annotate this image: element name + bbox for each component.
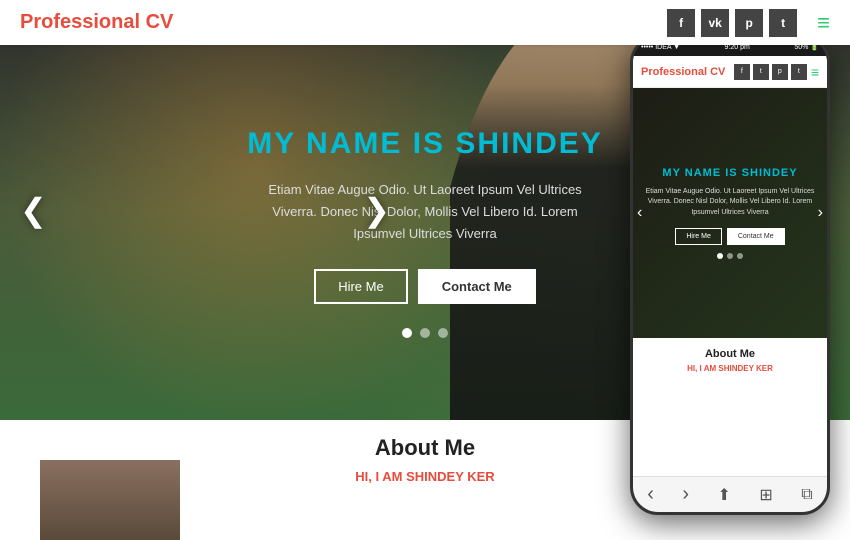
phone-twitter-icon[interactable]: t [753, 64, 769, 80]
avatar-box [40, 460, 180, 540]
hero-title-prefix: MY NAME IS [247, 127, 455, 160]
phone-hero-highlight: SHINDEY [742, 167, 798, 179]
phone-hire-button[interactable]: Hire Me [675, 228, 722, 245]
twitter-icon[interactable]: t [769, 9, 797, 37]
phone-buttons: Hire Me Contact Me [675, 228, 784, 245]
phone-bookmarks-button[interactable]: ⊞ [759, 485, 772, 505]
slide-dot-3[interactable] [438, 328, 448, 338]
social-icons: f vk p t [667, 9, 797, 37]
about-title: About Me [375, 435, 475, 461]
slide-dot-2[interactable] [420, 328, 430, 338]
phone-hero: ‹ › MY NAME IS SHINDEY Etiam Vitae Augue… [633, 88, 827, 338]
phone-about-title: About Me [643, 348, 817, 360]
contact-me-button[interactable]: Contact Me [418, 269, 536, 304]
logo-text: Professional [20, 11, 146, 33]
phone-vk-icon[interactable]: t [791, 64, 807, 80]
avatar-image [40, 460, 180, 540]
logo-bold: CV [146, 11, 174, 33]
phone-share-button[interactable]: ⬆ [718, 485, 731, 505]
phone-hero-text: Etiam Vitae Augue Odio. Ut Laoreet Ipsum… [643, 187, 817, 219]
hero-buttons: Hire Me Contact Me [314, 269, 536, 304]
phone-dot-2[interactable] [727, 253, 733, 259]
phone-dot-1[interactable] [717, 253, 723, 259]
slide-prev-arrow[interactable]: ❮ [20, 191, 47, 229]
phone-about: About Me HI, I AM SHINDEY KER [633, 338, 827, 383]
header-right: f vk p t ≡ [667, 9, 830, 37]
phone-pinterest-icon[interactable]: p [772, 64, 788, 80]
logo: Professional CV [20, 11, 173, 34]
phone-tabs-button[interactable]: ⧉ [801, 486, 812, 504]
phone-header: Professional CV f t p t ≡ [633, 56, 827, 88]
phone-logo-text: Professional [641, 66, 710, 78]
phone-logo-bold: CV [710, 66, 725, 78]
phone-bottom-nav: ‹ › ⬆ ⊞ ⧉ [633, 476, 827, 512]
phone-hero-title: MY NAME IS SHINDEY [662, 167, 797, 179]
phone-contact-button[interactable]: Contact Me [727, 228, 785, 245]
slide-dot-1[interactable] [402, 328, 412, 338]
facebook-icon[interactable]: f [667, 9, 695, 37]
about-subtitle: HI, I AM SHINDEY KER [355, 469, 494, 484]
hero-title: MY NAME IS SHINDEY [247, 127, 603, 161]
phone-mockup: ••••• IDEA ▼ 9:20 pm 50% 🔋 Professional … [630, 35, 830, 515]
pinterest-icon[interactable]: p [735, 9, 763, 37]
slide-next-arrow[interactable]: ❯ [363, 191, 390, 229]
phone-menu-icon[interactable]: ≡ [811, 64, 819, 80]
slide-dots [402, 328, 448, 338]
phone-dot-3[interactable] [737, 253, 743, 259]
phone-hero-content: MY NAME IS SHINDEY Etiam Vitae Augue Odi… [633, 88, 827, 338]
phone-facebook-icon[interactable]: f [734, 64, 750, 80]
phone-forward-button[interactable]: › [682, 483, 689, 506]
phone-social-icons: f t p t [734, 64, 807, 80]
hero-title-highlight: SHINDEY [455, 127, 602, 160]
phone-about-sub: HI, I AM SHINDEY KER [643, 364, 817, 373]
hero-subtitle: Etiam Vitae Augue Odio. Ut Laoreet Ipsum… [265, 179, 585, 245]
phone-hero-prefix: MY NAME IS [662, 167, 741, 179]
vk-icon[interactable]: vk [701, 9, 729, 37]
menu-hamburger-icon[interactable]: ≡ [817, 10, 830, 36]
phone-dots [717, 253, 743, 259]
header: Professional CV f vk p t ≡ [0, 0, 850, 45]
hire-me-button[interactable]: Hire Me [314, 269, 408, 304]
phone-logo: Professional CV [641, 66, 725, 78]
phone-back-button[interactable]: ‹ [647, 483, 654, 506]
